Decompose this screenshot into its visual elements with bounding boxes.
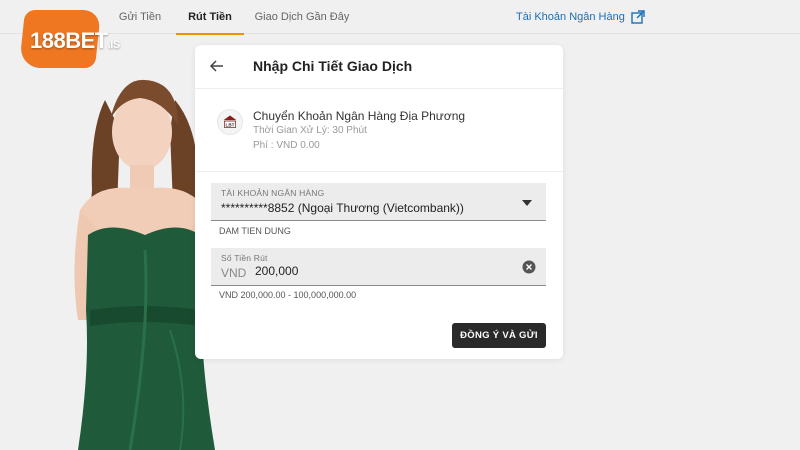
tab-withdraw[interactable]: Rút Tiền: [176, 0, 244, 35]
bank-account-label: TÀI KHOẢN NGÂN HÀNG: [221, 188, 325, 198]
card-header: Nhập Chi Tiết Giao Dịch: [195, 45, 563, 89]
external-link-icon: [631, 10, 645, 24]
currency-label: VND: [221, 266, 247, 280]
processing-time: Thời Gian Xử Lý: 30 Phút: [253, 125, 367, 136]
bank-account-link-label: Tài Khoản Ngân Hàng: [516, 11, 625, 23]
amount-range: VND 200,000.00 - 100,000,000.00: [219, 290, 357, 300]
bank-icon: LBT: [217, 109, 243, 135]
back-arrow-icon[interactable]: [209, 58, 225, 74]
logo-text: 188BET.IS: [30, 28, 120, 53]
amount-field: Số Tiền Rút VND: [211, 248, 546, 286]
chevron-down-icon: [522, 200, 532, 206]
bank-account-value: **********8852 (Ngoại Thương (Vietcomban…: [221, 201, 464, 215]
page-title: Nhập Chi Tiết Giao Dịch: [253, 58, 413, 74]
bank-account-link[interactable]: Tài Khoản Ngân Hàng: [516, 0, 645, 34]
svg-text:LBT: LBT: [226, 123, 235, 128]
submit-button[interactable]: ĐỒNG Ý VÀ GỬI: [452, 323, 546, 348]
payment-method: LBT Chuyển Khoản Ngân Hàng Địa Phương Th…: [213, 105, 543, 167]
divider: [195, 171, 563, 172]
clear-icon[interactable]: [522, 260, 536, 274]
account-holder-name: DAM TIEN DUNG: [219, 226, 291, 236]
amount-input[interactable]: [255, 264, 495, 278]
method-name: Chuyển Khoản Ngân Hàng Địa Phương: [253, 109, 466, 123]
fee: Phí : VND 0.00: [253, 140, 320, 151]
bank-account-select[interactable]: TÀI KHOẢN NGÂN HÀNG **********8852 (Ngoạ…: [211, 183, 546, 221]
amount-label: Số Tiền Rút: [221, 253, 268, 263]
brand-logo[interactable]: 188BET.IS: [18, 10, 132, 72]
tab-recent-transactions[interactable]: Giao Dịch Gần Đây: [252, 0, 352, 34]
